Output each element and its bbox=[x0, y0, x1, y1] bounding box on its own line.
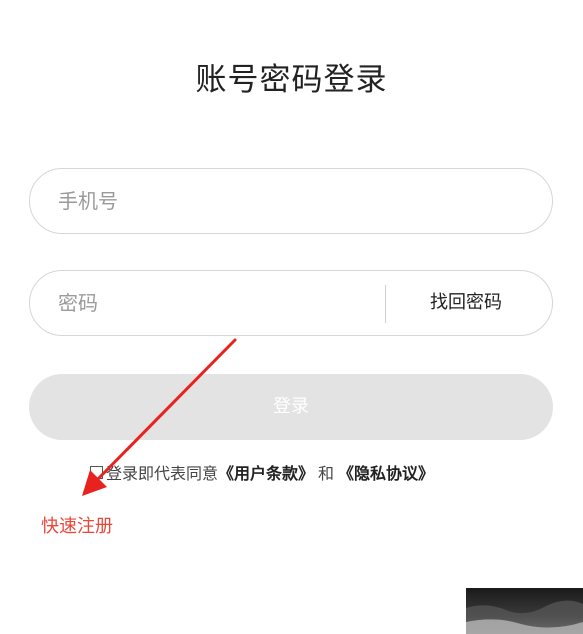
agreement-prefix: 登录即代表同意 bbox=[106, 464, 219, 483]
phone-field[interactable] bbox=[29, 168, 553, 234]
user-terms-link[interactable]: 《用户条款》 bbox=[218, 460, 314, 484]
agreement-row: 登录即代表同意 《用户条款》 和 《隐私协议》 bbox=[90, 460, 434, 484]
corner-smudge bbox=[466, 588, 583, 634]
field-divider bbox=[385, 285, 386, 323]
password-input[interactable] bbox=[58, 271, 378, 335]
page-title: 账号密码登录 bbox=[195, 62, 388, 98]
privacy-policy-link[interactable]: 《隐私协议》 bbox=[338, 460, 434, 484]
agreement-checkbox[interactable] bbox=[90, 465, 103, 479]
quick-register-link[interactable]: 快速注册 bbox=[41, 512, 113, 538]
password-field[interactable]: 找回密码 bbox=[29, 270, 553, 336]
login-page: 账号密码登录 找回密码 登录 登录即代表同意 《用户条款》 和 《隐私协议》 快… bbox=[0, 0, 583, 634]
phone-input[interactable] bbox=[58, 169, 518, 233]
forgot-password-link[interactable]: 找回密码 bbox=[430, 271, 502, 335]
agreement-and: 和 bbox=[318, 464, 335, 483]
login-button[interactable]: 登录 bbox=[29, 374, 553, 440]
